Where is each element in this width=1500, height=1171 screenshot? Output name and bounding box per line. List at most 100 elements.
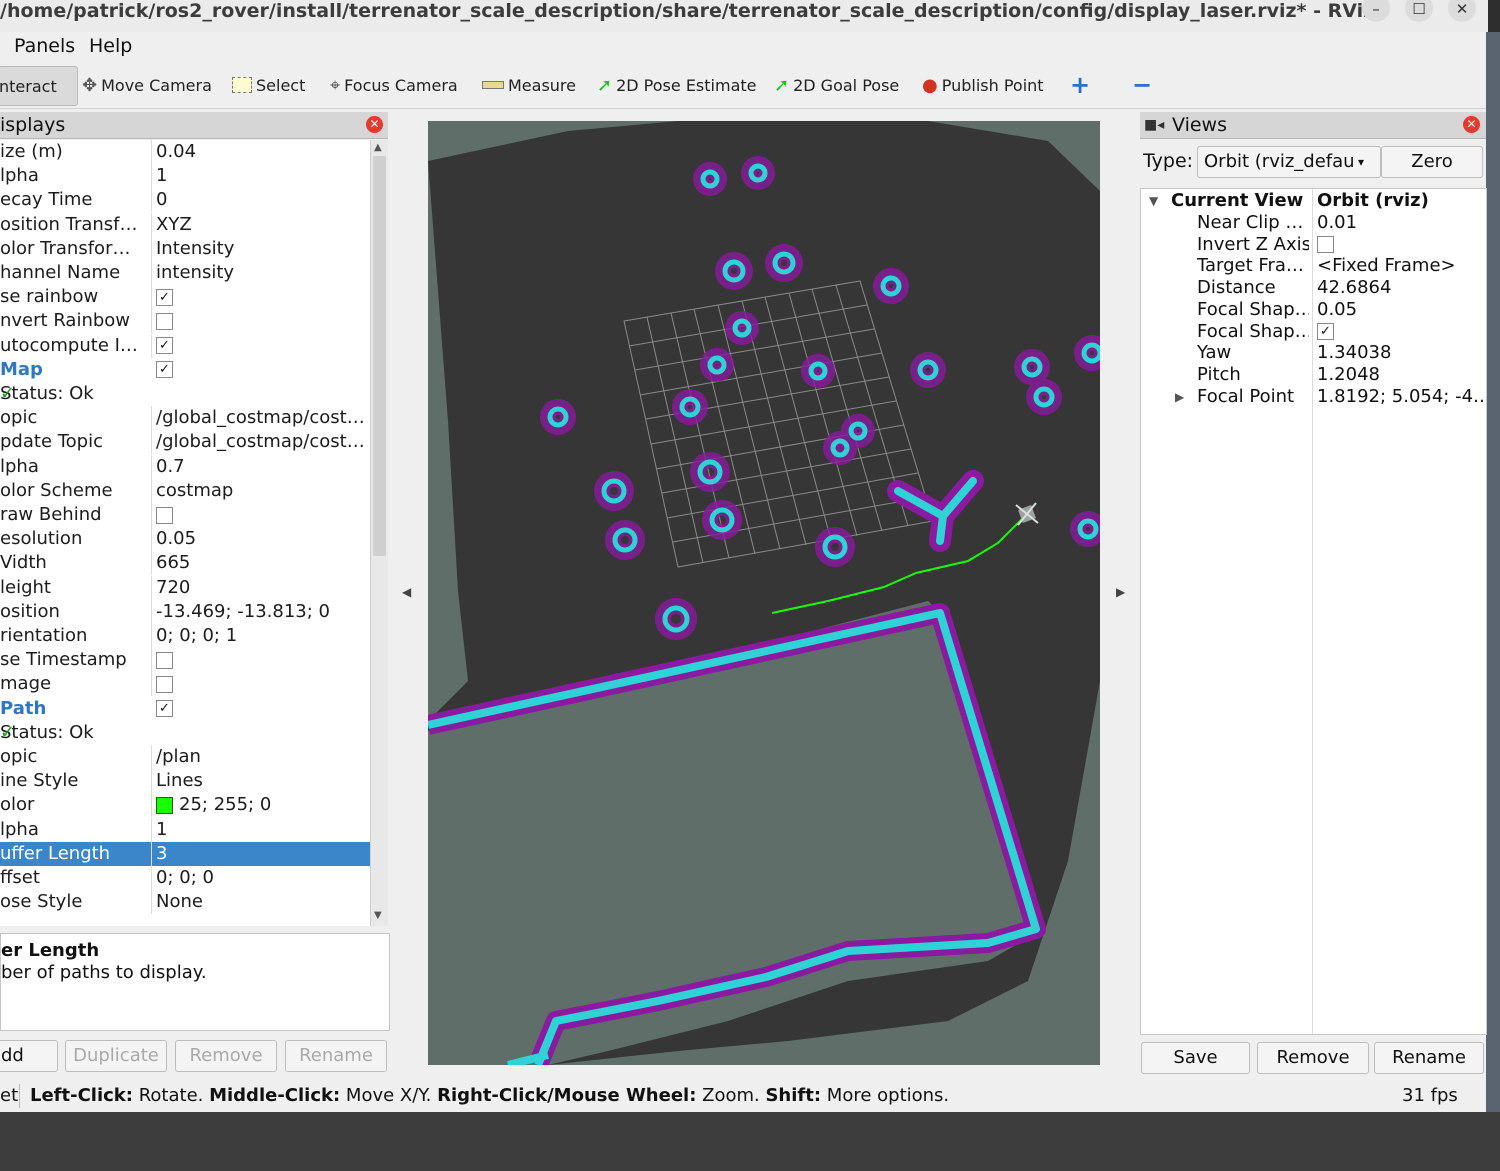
tool-focus-camera[interactable]: ⌖ Focus Camera <box>330 72 458 98</box>
view-property-row[interactable]: Yaw 1.34038 <box>1141 342 1486 364</box>
tool-interact[interactable]: nteract <box>0 66 78 106</box>
view-property-value[interactable] <box>1317 234 1483 256</box>
tool-publish-point[interactable]: ● Publish Point <box>922 72 1044 98</box>
zero-button[interactable]: Zero <box>1381 146 1483 178</box>
maximize-button[interactable]: ☐ <box>1405 0 1433 22</box>
property-value[interactable]: ✓ <box>156 358 368 382</box>
view-property-row[interactable]: ▶ Focal Point 1.8192; 5.054; -4… <box>1141 386 1486 408</box>
property-row[interactable]: olor 25; 255; 0 <box>0 793 370 818</box>
rename-display-button[interactable]: Rename <box>285 1040 387 1072</box>
scroll-down-icon[interactable]: ▼ <box>374 910 382 921</box>
view-property-value[interactable]: 0.01 <box>1317 212 1483 234</box>
view-property-row[interactable]: Invert Z Axis <box>1141 234 1486 256</box>
property-row[interactable]: utocompute I… ✓ <box>0 333 370 358</box>
checkbox-checked[interactable]: ✓ <box>156 288 173 306</box>
close-window-button[interactable]: ✕ <box>1448 0 1476 22</box>
menu-help[interactable]: Help <box>89 35 132 57</box>
property-row[interactable]: uffer Length 3 <box>0 841 370 866</box>
property-value[interactable]: 0; 0; 0 <box>156 866 368 890</box>
collapse-left-icon[interactable]: ◀ <box>402 585 411 599</box>
property-value[interactable]: 0.05 <box>156 527 368 551</box>
add-display-button[interactable]: dd <box>0 1040 58 1072</box>
property-value[interactable]: costmap <box>156 479 368 503</box>
minimize-button[interactable]: – <box>1362 0 1390 22</box>
property-row[interactable]: raw Behind <box>0 503 370 527</box>
duplicate-display-button[interactable]: Duplicate <box>65 1040 167 1072</box>
view-property-value[interactable]: 1.34038 <box>1317 342 1483 364</box>
property-value[interactable]: 0; 0; 0; 1 <box>156 624 368 648</box>
property-row[interactable]: olor Transfor… Intensity <box>0 236 370 261</box>
view-property-value[interactable]: 0.05 <box>1317 299 1483 321</box>
property-row[interactable]: lpha 1 <box>0 817 370 842</box>
reset-button-fragment[interactable]: et <box>0 1080 18 1112</box>
remove-display-button[interactable]: Remove <box>175 1040 277 1072</box>
property-value[interactable]: None <box>156 890 368 914</box>
property-row[interactable]: osition -13.469; -13.813; 0 <box>0 599 370 624</box>
property-row[interactable]: ose Style None <box>0 890 370 915</box>
view-property-row[interactable]: Target Fra… <Fixed Frame> <box>1141 255 1486 277</box>
tool-select[interactable]: Select <box>232 72 305 98</box>
property-value[interactable]: 0.7 <box>156 455 368 479</box>
checkbox-checked[interactable]: ✓ <box>156 337 173 355</box>
property-row[interactable]: leight 720 <box>0 575 370 600</box>
property-value[interactable]: ✓ <box>156 697 368 721</box>
displays-scrollbar[interactable]: ▲ ▼ <box>370 140 388 926</box>
checkbox-checked[interactable]: ✓ <box>1317 323 1334 340</box>
scroll-up-icon[interactable]: ▲ <box>374 142 382 153</box>
property-value[interactable]: ✓ <box>156 285 368 309</box>
tool-2d-goal-pose[interactable]: ➚ 2D Goal Pose <box>774 72 899 98</box>
status-row[interactable]: Status: Ok ✓ <box>0 721 370 745</box>
property-value[interactable]: intensity <box>156 261 368 285</box>
checkbox-unchecked[interactable] <box>156 312 173 330</box>
property-row[interactable]: pdate Topic/global_costmap/cost… <box>0 430 370 455</box>
property-value[interactable]: Lines <box>156 769 368 793</box>
expand-arrow-icon[interactable]: ▶ <box>1175 386 1184 408</box>
property-value[interactable] <box>156 648 368 672</box>
view-property-value[interactable]: 1.8192; 5.054; -4… <box>1317 386 1483 408</box>
property-row[interactable]: rientation 0; 0; 0; 1 <box>0 624 370 648</box>
property-value[interactable] <box>156 309 368 333</box>
property-row[interactable]: hannel Name intensity <box>0 261 370 285</box>
property-row[interactable]: lpha 1 <box>0 164 370 189</box>
property-row[interactable]: Vidth 665 <box>0 551 370 576</box>
menu-panels[interactable]: Panels <box>14 35 75 57</box>
checkbox-checked[interactable]: ✓ <box>156 361 173 379</box>
property-value[interactable]: -13.469; -13.813; 0 <box>156 600 368 624</box>
collapse-right-icon[interactable]: ▶ <box>1116 585 1125 599</box>
view-property-row[interactable]: Distance 42.6864 <box>1141 277 1486 299</box>
save-view-button[interactable]: Save <box>1141 1042 1250 1074</box>
remove-tool-button[interactable]: − <box>1132 71 1152 99</box>
display-item[interactable]: Path ✓ <box>0 697 370 721</box>
property-row[interactable]: se rainbow ✓ <box>0 285 370 310</box>
property-value[interactable]: 0.04 <box>156 140 368 164</box>
title-bar[interactable]: /home/patrick/ros2_rover/install/terrena… <box>0 0 1488 33</box>
property-row[interactable]: ffset 0; 0; 0 <box>0 866 370 890</box>
view-property-row[interactable]: Focal Shap… ✓ <box>1141 321 1486 343</box>
property-value[interactable] <box>156 503 368 527</box>
close-displays-icon[interactable]: ✕ <box>366 116 383 133</box>
property-row[interactable]: ecay Time 0 <box>0 188 370 213</box>
checkbox-unchecked[interactable] <box>1317 236 1334 254</box>
display-item[interactable]: Map ✓ <box>0 358 370 382</box>
checkbox-unchecked[interactable] <box>156 675 173 693</box>
rename-view-button[interactable]: Rename <box>1374 1042 1484 1074</box>
property-row[interactable]: osition Transf… XYZ <box>0 212 370 237</box>
checkbox-unchecked[interactable] <box>156 506 173 524</box>
view-type-select[interactable]: Orbit (rviz_defau ▾ <box>1197 146 1381 178</box>
status-row[interactable]: Status: Ok ✓ <box>0 382 370 406</box>
property-value[interactable] <box>156 672 368 696</box>
view-property-row[interactable]: Near Clip … 0.01 <box>1141 212 1486 234</box>
add-tool-button[interactable]: + <box>1070 71 1090 99</box>
property-row[interactable]: esolution 0.05 <box>0 527 370 552</box>
property-value[interactable]: 0 <box>156 188 368 212</box>
view-property-row[interactable]: Focal Shap… 0.05 <box>1141 299 1486 321</box>
render-viewport[interactable] <box>428 121 1100 1065</box>
property-value[interactable]: XYZ <box>156 213 368 237</box>
property-value[interactable]: /global_costmap/cost… <box>156 406 368 430</box>
view-property-value[interactable]: <Fixed Frame> <box>1317 255 1483 277</box>
property-row[interactable]: mage <box>0 672 370 697</box>
property-value[interactable]: ✓ <box>156 334 368 358</box>
property-value[interactable]: /global_costmap/cost… <box>156 430 368 454</box>
property-value[interactable]: 1 <box>156 164 368 188</box>
property-row[interactable]: lpha 0.7 <box>0 454 370 479</box>
